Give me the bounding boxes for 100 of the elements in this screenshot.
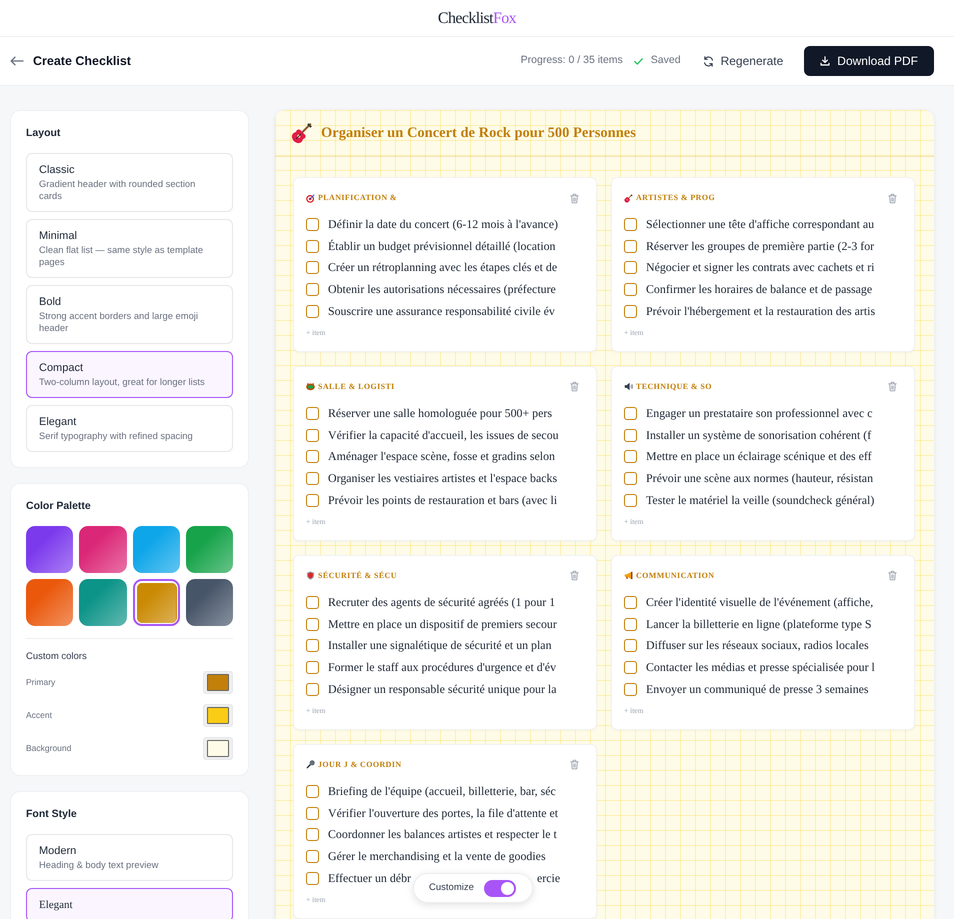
- download-icon: [820, 56, 830, 66]
- color-swatch[interactable]: [132, 526, 180, 573]
- brand-logo[interactable]: ChecklistFox: [438, 8, 516, 28]
- progress-text: Progress: 0 / 35 items: [520, 53, 623, 68]
- toggle-switch[interactable]: [484, 880, 516, 896]
- section-title: SALLE & LOGISTI: [318, 380, 395, 393]
- checkbox[interactable]: [306, 407, 319, 420]
- checkbox[interactable]: [306, 872, 319, 885]
- trash-icon: [570, 192, 579, 204]
- layout-option[interactable]: Compact Two-column layout, great for longer lists: [26, 351, 233, 398]
- item-text-fragment: ercie: [537, 870, 560, 886]
- delete-button[interactable]: [570, 381, 579, 392]
- delete-button[interactable]: [570, 192, 579, 204]
- color-picker[interactable]: [203, 737, 233, 760]
- section-title: PLANIFICATION &: [318, 192, 397, 204]
- checkbox[interactable]: [624, 428, 637, 442]
- item-text: Définir la date du concert (6-12 mois à l'avance): [328, 217, 558, 232]
- item-text: Prévoir l'hébergement et la restauration des artis: [646, 304, 876, 319]
- item-text: Installer un système de sonorisation cohérent (f: [646, 428, 872, 443]
- item-text: Réserver une salle homologuée pour 500+ pers: [328, 406, 552, 422]
- checkbox[interactable]: [624, 682, 637, 696]
- layout-option[interactable]: Minimal Clean flat list — same style as template pages: [26, 219, 233, 278]
- delete-button[interactable]: [888, 570, 897, 582]
- section-title: COMMUNICATION: [636, 570, 714, 582]
- layout-option[interactable]: Classic Gradient header with rounded section cards: [26, 153, 233, 212]
- item-text: Mettre en place un dispositif de premiers secour: [328, 616, 557, 632]
- checkbox[interactable]: [624, 261, 637, 274]
- checkbox[interactable]: [624, 240, 637, 253]
- checkbox[interactable]: [624, 218, 637, 232]
- megaphone-icon: [624, 571, 633, 580]
- color-swatch[interactable]: [79, 526, 126, 573]
- item-text: Vérifier l'ouverture des portes, la file d'attente et: [328, 806, 558, 821]
- checkbox[interactable]: [306, 806, 319, 820]
- item-text: Engager un prestataire son professionnel avec c: [646, 406, 872, 422]
- guitar-icon: [624, 194, 633, 202]
- color-swatch[interactable]: [186, 526, 233, 573]
- delete-button[interactable]: [888, 381, 897, 392]
- color-label: Accent: [26, 709, 52, 722]
- item-text: Tester le matériel la veille (soundcheck général): [646, 492, 874, 508]
- color-swatch[interactable]: [26, 526, 74, 573]
- font-option[interactable]: Modern Heading & body text preview: [26, 834, 233, 881]
- color-swatch[interactable]: [26, 579, 74, 626]
- checkbox[interactable]: [306, 785, 319, 798]
- back-button[interactable]: [10, 56, 24, 66]
- item-text: Créer l'identité visuelle de l'événement (affiche,: [646, 595, 874, 610]
- checkbox[interactable]: [624, 494, 637, 507]
- checkbox[interactable]: [306, 450, 319, 464]
- item-text: Effectuer un débr: [328, 870, 411, 886]
- checkbox[interactable]: [624, 283, 637, 296]
- checkbox[interactable]: [306, 682, 319, 696]
- item-text: Confirmer les horaires de balance et de passage: [646, 282, 872, 298]
- refresh-icon: [702, 56, 714, 66]
- download-button[interactable]: Download PDF: [804, 46, 934, 76]
- checkbox[interactable]: [624, 407, 637, 420]
- checkbox[interactable]: [624, 596, 637, 610]
- stadium-icon: [306, 382, 315, 392]
- checkbox[interactable]: [306, 494, 319, 507]
- checkbox[interactable]: [306, 661, 319, 674]
- checkbox[interactable]: [306, 304, 319, 318]
- checkbox[interactable]: [306, 240, 319, 253]
- checkbox[interactable]: [306, 283, 319, 296]
- checkbox[interactable]: [306, 828, 319, 842]
- item-text: Contacter les médias et presse spécialisée pour l: [646, 660, 875, 676]
- checkbox[interactable]: [306, 472, 319, 486]
- delete-button[interactable]: [888, 192, 897, 204]
- color-picker[interactable]: [203, 704, 233, 727]
- item-text: Prévoir les points de restauration et bars (avec li: [328, 492, 558, 508]
- item-text: Envoyer un communiqué de presse 3 semaines: [646, 682, 869, 697]
- color-swatch[interactable]: [79, 579, 126, 626]
- color-swatch[interactable]: [186, 579, 233, 626]
- checkbox[interactable]: [624, 639, 637, 652]
- item-text: Sélectionner une tête d'affiche correspondant au: [646, 217, 874, 232]
- speaker-icon: [624, 382, 633, 392]
- checkbox[interactable]: [306, 618, 319, 631]
- delete-button[interactable]: [570, 570, 579, 582]
- color-swatch[interactable]: [132, 579, 180, 626]
- checkbox[interactable]: [624, 450, 637, 464]
- checkbox[interactable]: [306, 850, 319, 863]
- checkbox[interactable]: [624, 304, 637, 318]
- trash-icon: [888, 381, 897, 392]
- checkbox[interactable]: [306, 218, 319, 232]
- checkbox[interactable]: [624, 618, 637, 631]
- item-text: Former le staff aux procédures d'urgence et d'év: [328, 660, 556, 676]
- customize-label: Customize: [429, 880, 474, 895]
- checkbox[interactable]: [306, 261, 319, 274]
- target-icon: [306, 194, 315, 202]
- checkbox[interactable]: [306, 428, 319, 442]
- layout-option[interactable]: Bold Strong accent borders and large emoji header: [26, 285, 233, 344]
- item-text: Souscrire une assurance responsabilité civile év: [328, 304, 555, 319]
- page-title: Create Checklist: [33, 52, 131, 70]
- checkbox[interactable]: [624, 661, 637, 674]
- checkbox[interactable]: [624, 472, 637, 486]
- color-picker[interactable]: [203, 671, 233, 694]
- regenerate-button[interactable]: Regenerate: [702, 52, 784, 70]
- layout-option[interactable]: Elegant Serif typography with refined spacing: [26, 405, 233, 452]
- checkbox[interactable]: [306, 596, 319, 610]
- checkbox[interactable]: [306, 639, 319, 652]
- font-option[interactable]: Elegant: [26, 888, 233, 919]
- trash-icon: [570, 759, 579, 770]
- delete-button[interactable]: [570, 759, 579, 770]
